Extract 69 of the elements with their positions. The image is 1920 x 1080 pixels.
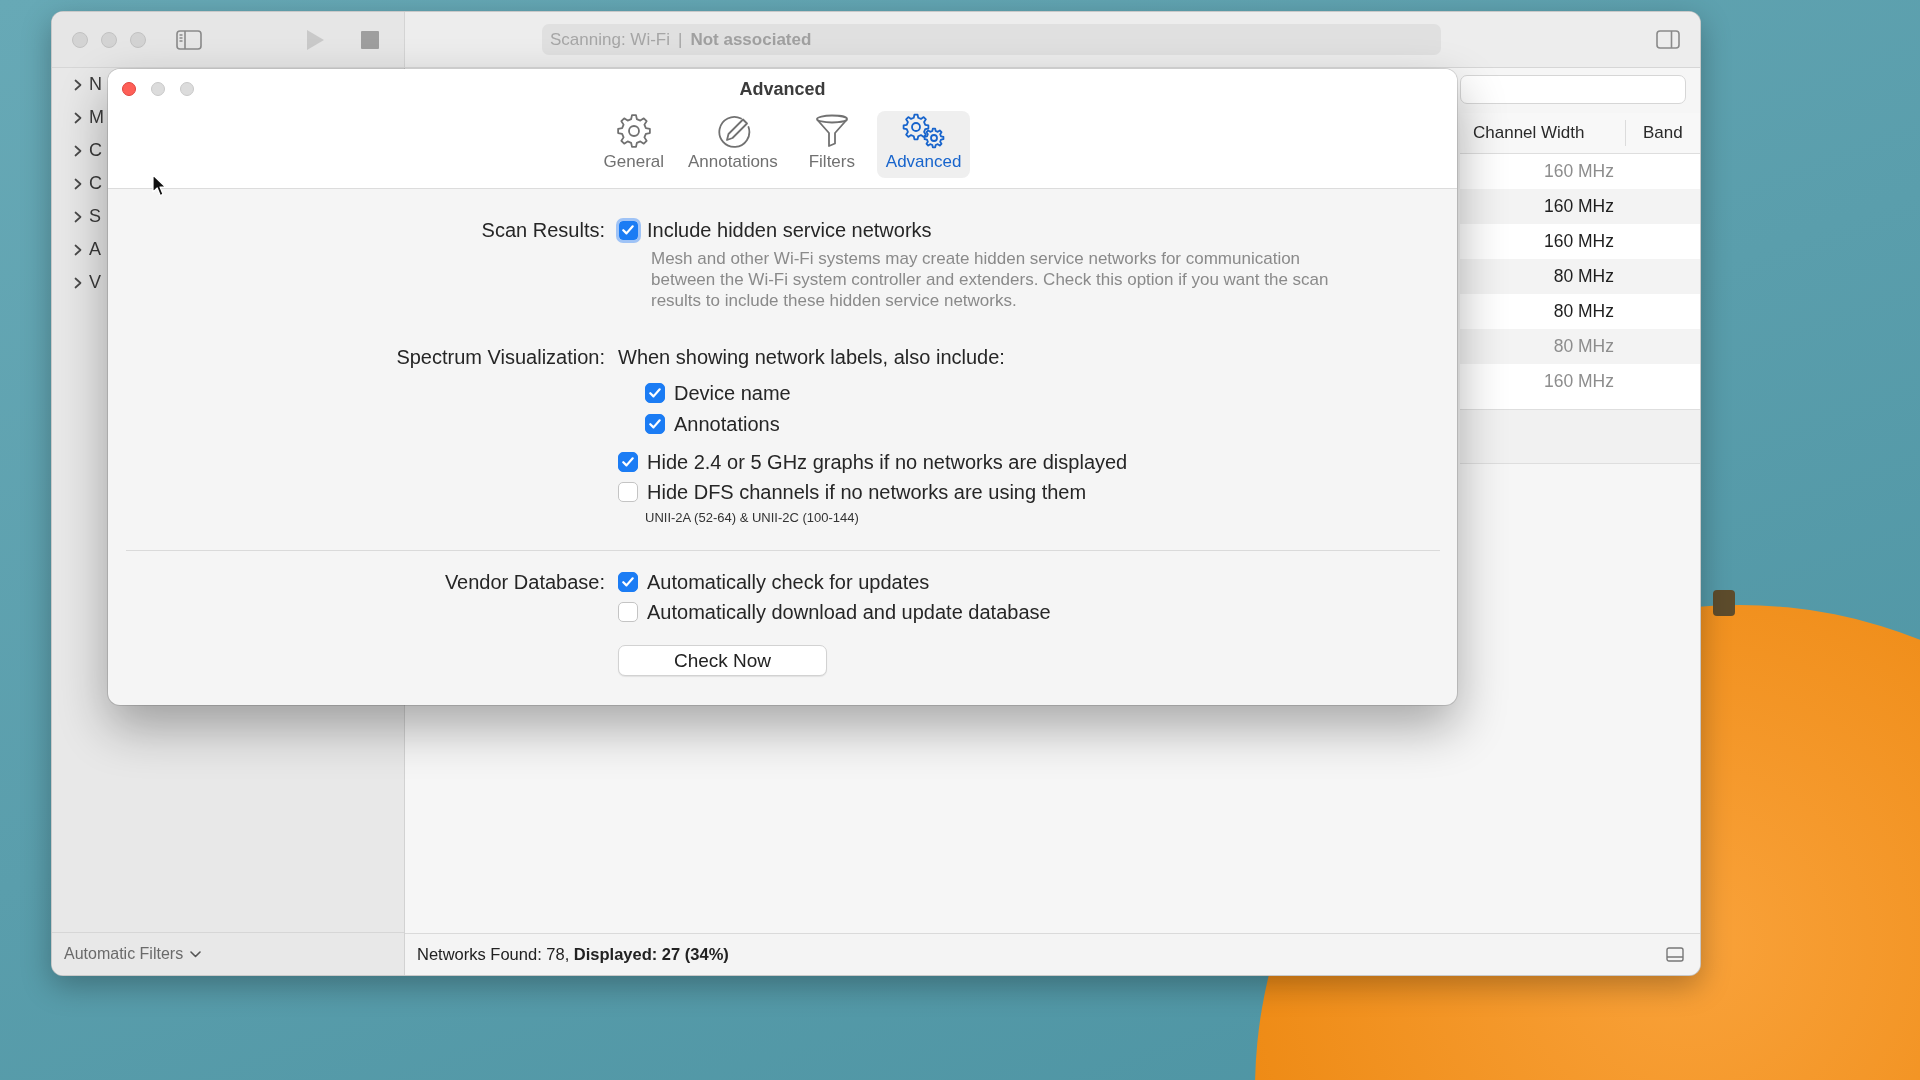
sidebar-item[interactable]: M xyxy=(74,101,104,134)
checkbox-label: Hide DFS channels if no networks are using them xyxy=(647,480,1087,505)
window-title: Advanced xyxy=(739,78,826,100)
checkmark-icon xyxy=(622,225,634,235)
checkmark-icon xyxy=(622,577,634,587)
table-cell-text: 160 MHz xyxy=(1542,161,1615,182)
column-header[interactable]: Band xyxy=(1626,123,1683,143)
minimize-button[interactable] xyxy=(151,82,165,96)
checkmark-icon xyxy=(622,457,634,467)
check-now-button[interactable]: Check Now xyxy=(618,645,827,676)
filter-menu-button[interactable]: Automatic Filters xyxy=(64,945,202,963)
checkbox-label: Hide 2.4 or 5 GHz graphs if no networks are displayed xyxy=(647,450,1128,475)
section-label: Vendor Database: xyxy=(443,570,605,595)
chevron-down-icon xyxy=(190,950,202,958)
status-separator: | xyxy=(678,29,683,50)
tab[interactable]: General xyxy=(594,111,674,178)
minimize-button[interactable] xyxy=(101,31,117,48)
search-field[interactable] xyxy=(1460,75,1686,104)
checkmark-icon xyxy=(649,419,661,429)
sidebar-item[interactable]: A xyxy=(74,233,101,266)
checkbox-label: Automatically check for updates xyxy=(647,570,930,595)
checkbox[interactable] xyxy=(618,572,638,592)
section-label: Spectrum Visualization: xyxy=(395,345,605,370)
checkbox[interactable] xyxy=(645,414,665,434)
checkbox-label: Device name xyxy=(674,381,791,406)
table-cell-text: 160 MHz xyxy=(1542,231,1615,252)
checkbox[interactable] xyxy=(618,602,638,622)
stop-icon[interactable] xyxy=(361,30,379,49)
tab[interactable]: Advanced xyxy=(876,111,971,178)
connection-status: Not associated xyxy=(690,29,812,50)
left-panel-icon[interactable] xyxy=(176,29,202,50)
table-cell-text: 160 MHz xyxy=(1542,371,1615,392)
sidebar-item[interactable]: S xyxy=(74,200,101,233)
checkbox[interactable] xyxy=(645,383,665,403)
play-icon[interactable] xyxy=(306,29,324,50)
table-cell-text: 80 MHz xyxy=(1552,301,1615,322)
sidebar-item[interactable]: V xyxy=(74,266,101,299)
scan-status: Scanning: Wi-Fi xyxy=(550,29,670,50)
funnel-icon xyxy=(813,113,850,149)
table-row[interactable]: 160 MHz xyxy=(1460,189,1700,224)
checkbox[interactable] xyxy=(618,452,638,472)
checkbox-label: Automatically download and update database xyxy=(647,600,1051,625)
section-label: Scan Results: xyxy=(480,218,605,243)
sidebar-item[interactable]: C xyxy=(74,167,102,200)
close-button[interactable] xyxy=(122,82,136,96)
status-text: Networks Found: 78, Displayed: 27 (34%) xyxy=(417,945,729,964)
table-cell-text: 160 MHz xyxy=(1542,196,1615,217)
table-cell-text: 80 MHz xyxy=(1552,266,1615,287)
zoom-button[interactable] xyxy=(130,31,146,48)
right-panel-icon[interactable] xyxy=(1656,30,1680,49)
tab[interactable]: Filters xyxy=(792,111,871,178)
checkbox[interactable] xyxy=(615,217,641,243)
checkbox-label: Annotations xyxy=(674,412,780,437)
channel-note: UNII-2A (52-64) & UNII-2C (100-144) xyxy=(645,510,859,526)
checkbox-label: Include hidden service networks xyxy=(647,218,932,243)
option-description: Mesh and other Wi-Fi systems may create hidden service networks for communication between the Wi-Fi system controller and extenders. Check this option if you want the scan results to include these hidden service networks. xyxy=(651,248,1330,311)
bottom-panel-icon[interactable] xyxy=(1666,947,1684,962)
sidebar-item[interactable]: C xyxy=(74,134,102,167)
column-header[interactable]: Channel Width xyxy=(1460,120,1626,146)
gear-icon xyxy=(615,113,652,149)
sidebar-item[interactable]: N xyxy=(74,68,102,101)
table-cell-text: 80 MHz xyxy=(1552,336,1615,357)
table-row[interactable]: 80 MHz xyxy=(1460,259,1700,294)
option-intro: When showing network labels, also include: xyxy=(618,345,1005,370)
tab[interactable]: Annotations xyxy=(679,111,787,178)
gears-icon xyxy=(901,113,946,149)
checkmark-icon xyxy=(649,388,661,398)
zoom-button[interactable] xyxy=(180,82,194,96)
checkbox[interactable] xyxy=(618,482,638,502)
